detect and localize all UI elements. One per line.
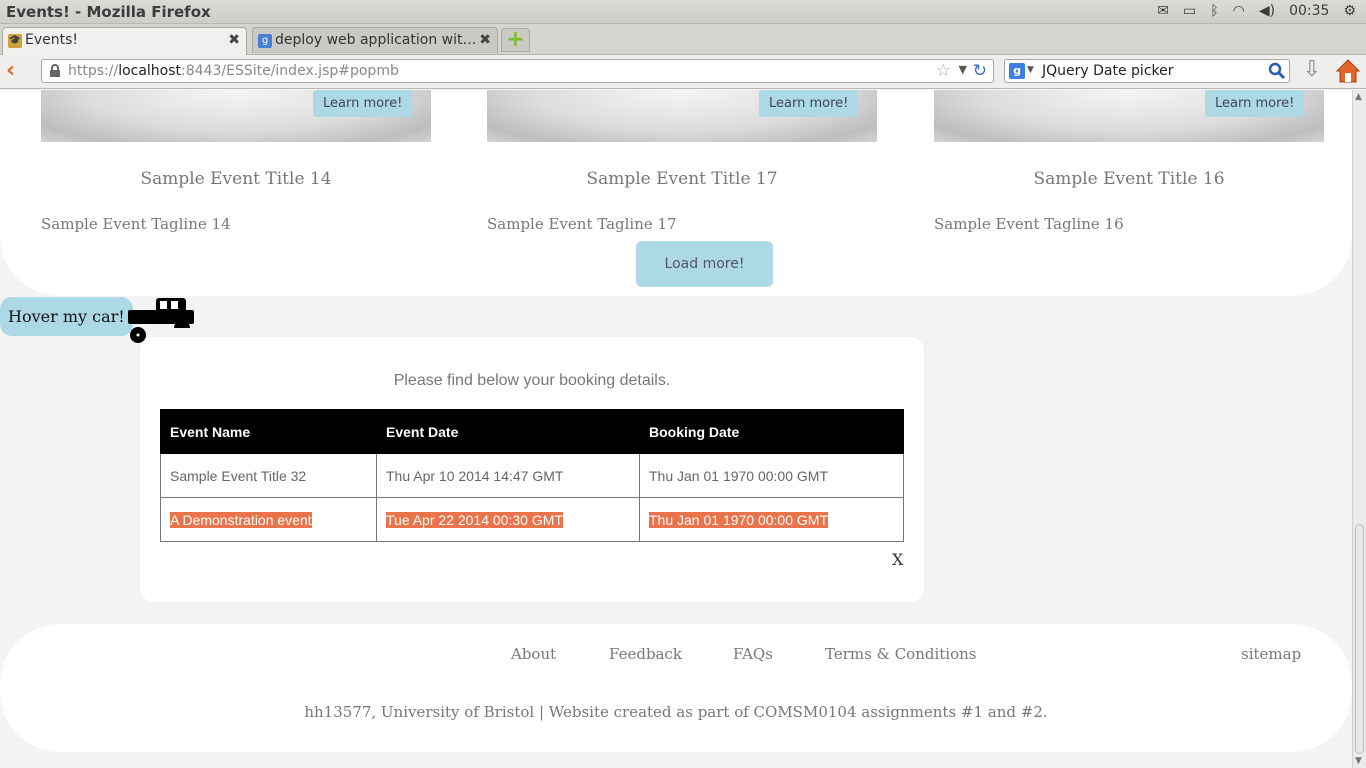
learn-more-button[interactable]: Learn more! <box>1205 90 1305 117</box>
booking-details-modal: Please find below your booking details. … <box>140 337 924 602</box>
lock-icon <box>50 64 60 77</box>
load-more-button[interactable]: Load more! <box>636 241 773 287</box>
events-panel: Learn more! Sample Event Title 14 Sample… <box>0 90 1352 296</box>
tab-events[interactable]: 🎓 Events! ✖ <box>2 27 247 55</box>
tab-label: Events! <box>25 32 79 48</box>
table-cell: Sample Event Title 32 <box>160 453 377 498</box>
history-dropdown-icon[interactable]: ▼ <box>959 63 967 76</box>
learn-more-button[interactable]: Learn more! <box>313 90 413 117</box>
google-favicon-icon: g <box>258 34 272 48</box>
table-cell: Tue Apr 22 2014 00:30 GMT <box>376 497 640 542</box>
bluetooth-icon[interactable]: ᛒ <box>1210 2 1218 20</box>
event-title[interactable]: Sample Event Title 16 <box>934 169 1324 189</box>
footer: About Feedback FAQs Terms & Conditions s… <box>0 624 1352 752</box>
system-indicators: ✉ ▭ ᛒ ◠ ◀) 00:35 ⚙ <box>1157 2 1356 20</box>
power-gear-icon[interactable]: ⚙ <box>1343 2 1356 20</box>
column-header: Booking Date <box>639 409 904 454</box>
table-cell: Thu Jan 01 1970 00:00 GMT <box>639 453 904 498</box>
tab-label: deploy web application wit… <box>275 32 477 48</box>
reload-icon[interactable]: ↻ <box>973 61 987 81</box>
table-cell: Thu Apr 10 2014 14:47 GMT <box>376 453 640 498</box>
url-bar[interactable]: https://localhost:8443/ESSite/index.jsp#… <box>41 59 994 83</box>
event-tagline: Sample Event Tagline 14 <box>41 215 231 233</box>
booking-table: Event Name Event Date Booking Date Sampl… <box>160 409 904 542</box>
footer-link-sitemap[interactable]: sitemap <box>1241 645 1301 663</box>
table-row-highlighted: A Demonstration event Tue Apr 22 2014 00… <box>160 497 904 542</box>
hover-car-label: Hover my car! <box>0 297 133 336</box>
close-modal-button[interactable]: X <box>892 550 903 569</box>
navigation-bar: ‹ https://localhost:8443/ESSite/index.js… <box>0 55 1366 89</box>
bookmark-star-icon[interactable]: ☆ <box>936 61 951 81</box>
back-arrow-icon[interactable]: ‹ <box>6 59 28 83</box>
window-title: Events! - Mozilla Firefox <box>6 3 211 21</box>
footer-link-about[interactable]: About <box>511 645 556 663</box>
download-arrow-icon[interactable]: ⇩ <box>1301 59 1323 83</box>
new-tab-plus-icon[interactable]: + <box>501 28 530 52</box>
booking-message: Please find below your booking details. <box>393 372 671 389</box>
clock[interactable]: 00:35 <box>1289 2 1329 20</box>
window-title-bar: Events! - Mozilla Firefox ✉ ▭ ᛒ ◠ ◀) 00:… <box>0 0 1366 24</box>
table-row: Sample Event Title 32 Thu Apr 10 2014 14… <box>160 453 904 498</box>
battery-icon[interactable]: ▭ <box>1183 2 1196 20</box>
learn-more-button[interactable]: Learn more! <box>759 90 859 117</box>
close-tab-icon[interactable]: ✖ <box>228 32 240 48</box>
scrollbar-thumb[interactable] <box>1355 524 1364 754</box>
footer-link-terms[interactable]: Terms & Conditions <box>825 645 976 663</box>
home-icon[interactable] <box>1335 57 1361 85</box>
search-icon[interactable] <box>1268 62 1286 80</box>
scroll-up-icon[interactable]: ▲ <box>1355 92 1362 102</box>
google-engine-icon[interactable]: g <box>1009 63 1025 79</box>
column-header: Event Name <box>160 409 377 454</box>
event-title[interactable]: Sample Event Title 14 <box>41 169 431 189</box>
volume-icon[interactable]: ◀) <box>1259 2 1275 20</box>
event-title[interactable]: Sample Event Title 17 <box>487 169 877 189</box>
wifi-icon[interactable]: ◠ <box>1233 2 1245 20</box>
table-header-row: Event Name Event Date Booking Date <box>160 409 904 454</box>
close-tab-icon[interactable]: ✖ <box>479 32 491 48</box>
copyright-text: hh13577, University of Bristol | Website… <box>304 703 1048 721</box>
event-tagline: Sample Event Tagline 17 <box>487 215 677 233</box>
table-cell: Thu Jan 01 1970 00:00 GMT <box>639 497 904 542</box>
page-viewport: Learn more! Sample Event Title 14 Sample… <box>0 90 1352 768</box>
footer-link-faqs[interactable]: FAQs <box>733 645 773 663</box>
tab-deploy[interactable]: g deploy web application wit… ✖ <box>252 27 498 53</box>
table-cell: A Demonstration event <box>160 497 377 542</box>
event-tagline: Sample Event Tagline 16 <box>934 215 1124 233</box>
search-input[interactable]: JQuery Date picker <box>1042 63 1174 79</box>
events-favicon-icon: 🎓 <box>8 34 22 48</box>
scroll-down-icon[interactable]: ▼ <box>1355 756 1362 766</box>
column-header: Event Date <box>376 409 640 454</box>
footer-link-feedback[interactable]: Feedback <box>609 645 682 663</box>
search-bar[interactable]: g ▼ JQuery Date picker <box>1004 59 1290 83</box>
url-text[interactable]: https://localhost:8443/ESSite/index.jsp#… <box>68 63 399 79</box>
tab-bar: 🎓 Events! ✖ g deploy web application wit… <box>0 24 1366 55</box>
page-scrollbar[interactable]: ▲ ▼ <box>1352 90 1366 768</box>
engine-dropdown-icon[interactable]: ▼ <box>1027 65 1034 75</box>
mail-icon[interactable]: ✉ <box>1157 2 1169 20</box>
